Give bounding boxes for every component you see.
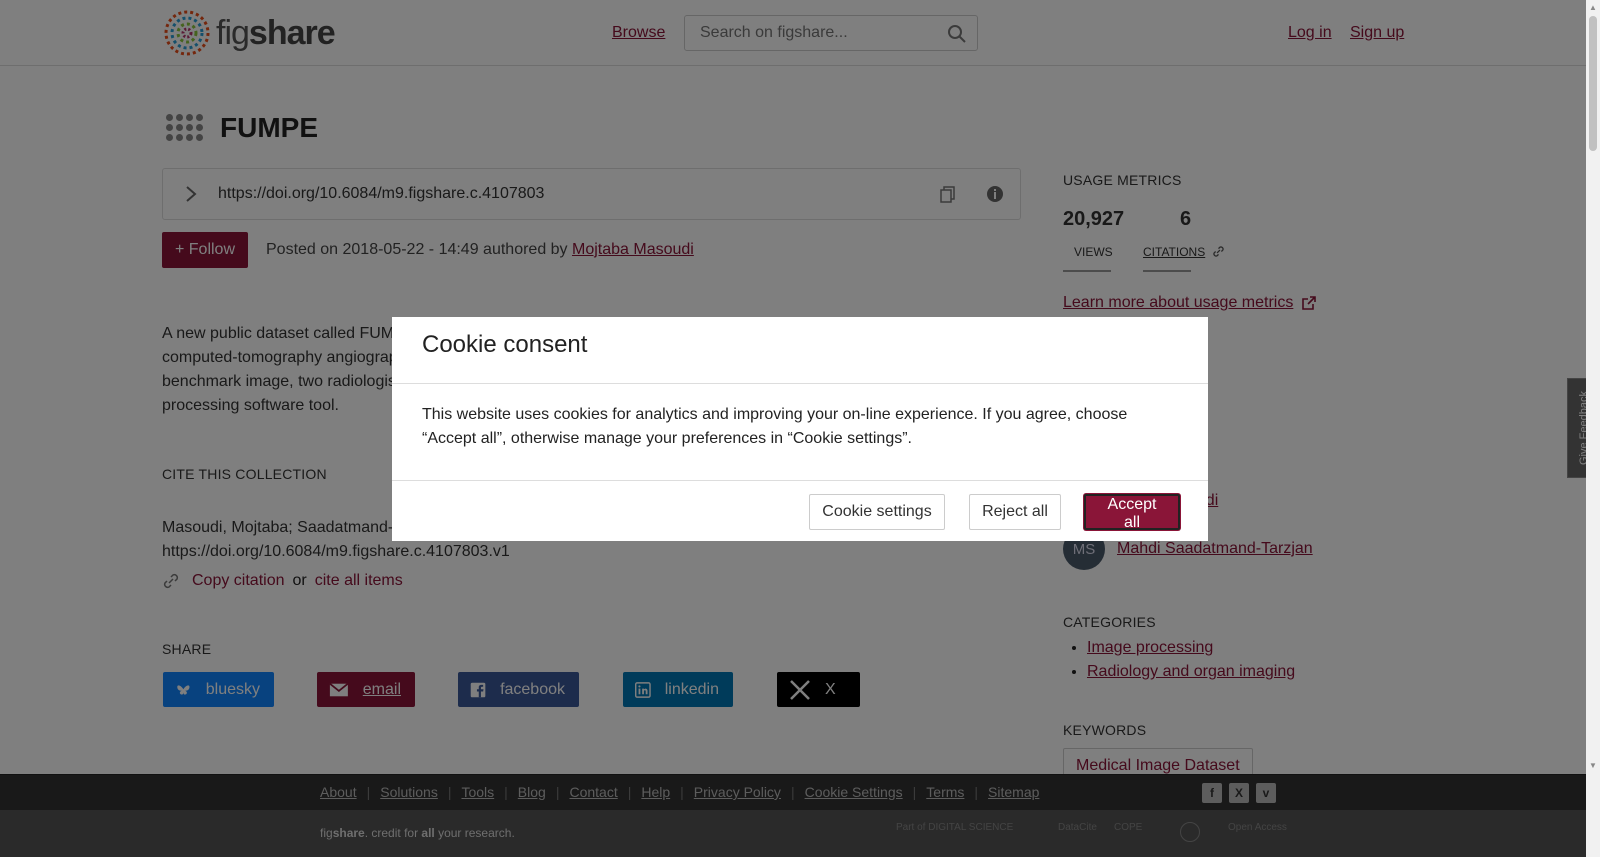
reject-all-button[interactable]: Reject all (969, 494, 1061, 530)
cookie-consent-dialog: Cookie consent This website uses cookies… (392, 317, 1208, 541)
scroll-up-arrow[interactable]: ▲ (1588, 3, 1598, 13)
cookie-dialog-title: Cookie consent (422, 331, 588, 358)
divider (392, 480, 1208, 481)
scroll-thumb[interactable] (1589, 16, 1597, 151)
page-scrollbar[interactable]: ▲ ▼ (1586, 0, 1600, 857)
accept-all-button[interactable]: Accept all (1084, 494, 1180, 531)
scroll-down-arrow[interactable]: ▼ (1588, 761, 1598, 771)
divider (392, 383, 1208, 384)
cookie-dialog-body: This website uses cookies for analytics … (422, 406, 1128, 447)
cookie-settings-button[interactable]: Cookie settings (809, 494, 945, 530)
